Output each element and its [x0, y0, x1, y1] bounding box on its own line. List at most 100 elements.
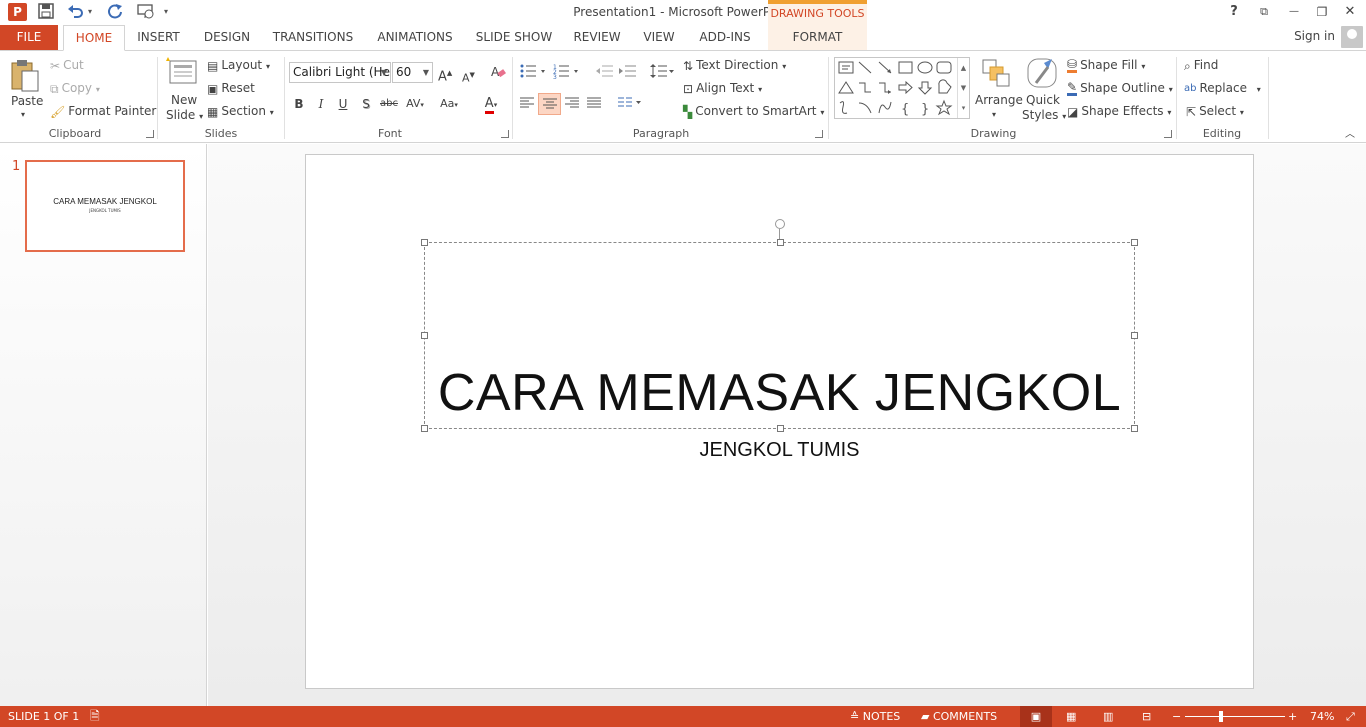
character-spacing-button[interactable]: AV▾ — [401, 95, 429, 113]
normal-view-button[interactable]: ▣ — [1020, 706, 1052, 727]
paste-dropdown-icon[interactable]: ▾ — [21, 107, 25, 123]
new-slide-button[interactable]: Slide ▾ — [166, 107, 203, 125]
sign-in-link[interactable]: Sign in — [1294, 29, 1335, 43]
numbering-icon[interactable]: 123 — [553, 63, 581, 83]
tab-animations[interactable]: ANIMATIONS — [371, 25, 459, 50]
arrange-dropdown-icon[interactable]: ▾ — [992, 107, 996, 123]
tab-file[interactable]: FILE — [0, 25, 58, 50]
layout-button[interactable]: ▤ Layout ▾ — [207, 57, 270, 75]
text-direction-button[interactable]: ⇅ Text Direction ▾ — [683, 57, 786, 75]
quick-styles-label[interactable]: Quick — [1026, 92, 1060, 108]
reset-button[interactable]: ▣ Reset — [207, 80, 255, 97]
zoom-slider[interactable] — [1185, 716, 1285, 717]
close-button[interactable]: ✕ — [1338, 2, 1362, 22]
arrange-button[interactable]: Arrange — [975, 92, 1023, 108]
resize-handle[interactable] — [777, 425, 784, 432]
decrease-indent-icon[interactable] — [596, 64, 614, 82]
shape-effects-button[interactable]: ◪ Shape Effects ▾ — [1067, 103, 1171, 121]
align-right-icon[interactable] — [564, 96, 580, 114]
tab-view[interactable]: VIEW — [640, 25, 678, 50]
find-button[interactable]: ⌕ Find — [1184, 57, 1218, 74]
convert-to-smartart-button[interactable]: ▚ Convert to SmartArt ▾ — [683, 103, 824, 121]
tab-insert[interactable]: INSERT — [131, 25, 186, 50]
resize-handle[interactable] — [1131, 332, 1138, 339]
change-case-button[interactable]: Aa▾ — [434, 95, 464, 113]
font-family-combo[interactable]: Calibri Light (He ▼ — [289, 62, 391, 83]
slide-subtitle[interactable]: JENGKOL TUMIS — [306, 439, 1253, 462]
resize-handle[interactable] — [777, 239, 784, 246]
tab-format[interactable]: FORMAT — [768, 25, 867, 50]
shapes-gallery[interactable]: { } ▲ ▼ ▾ — [834, 57, 970, 119]
clear-formatting-icon[interactable]: A — [490, 64, 506, 84]
resize-handle[interactable] — [1131, 425, 1138, 432]
notes-button[interactable]: ≙ NOTES — [850, 706, 900, 727]
text-shadow-button[interactable]: S — [357, 95, 375, 113]
tab-home[interactable]: HOME — [63, 25, 125, 51]
collapse-ribbon-icon[interactable]: ︿ — [1345, 127, 1355, 143]
line-spacing-icon[interactable] — [650, 63, 676, 83]
font-size-combo[interactable]: 60 ▼ — [392, 62, 433, 83]
resize-handle[interactable] — [421, 425, 428, 432]
align-left-icon[interactable] — [519, 96, 535, 114]
zoom-in-button[interactable]: + — [1288, 706, 1297, 727]
clipboard-dialog-launcher-icon[interactable] — [146, 130, 154, 138]
help-button[interactable]: ? — [1222, 2, 1246, 22]
avatar[interactable] — [1341, 26, 1363, 48]
shape-fill-button[interactable]: ⛁ Shape Fill ▾ — [1067, 57, 1145, 75]
font-color-button[interactable]: A▾ — [477, 95, 505, 114]
fit-slide-icon[interactable]: ⤢ — [1346, 706, 1355, 727]
slide-thumbnail[interactable]: CARA MEMASAK JENGKOL JENGKOL TUMIS — [25, 160, 185, 252]
section-button[interactable]: ▦ Section ▾ — [207, 103, 274, 121]
zoom-slider-thumb[interactable] — [1219, 711, 1223, 722]
shrink-font-button[interactable]: A▼ — [462, 67, 475, 87]
quick-styles-icon[interactable] — [1026, 57, 1058, 95]
slide-canvas[interactable]: CARA MEMASAK JENGKOL JENGKOL TUMIS — [305, 154, 1254, 689]
tab-slide-show[interactable]: SLIDE SHOW — [474, 25, 554, 50]
slide-sorter-button[interactable]: ▦ — [1066, 706, 1076, 727]
resize-handle[interactable] — [421, 332, 428, 339]
replace-button[interactable]: ab Replace ▾ — [1184, 80, 1261, 98]
reading-view-button[interactable]: ▥ — [1103, 706, 1113, 727]
comments-button[interactable]: ▰ COMMENTS — [921, 706, 997, 727]
resize-handle[interactable] — [1131, 239, 1138, 246]
ribbon-display-options-icon[interactable]: ⧉ — [1252, 2, 1276, 22]
tab-add-ins[interactable]: ADD-INS — [694, 25, 756, 50]
bold-button[interactable]: B — [290, 95, 308, 113]
shapes-scroll[interactable]: ▲ ▼ ▾ — [957, 58, 969, 118]
justify-icon[interactable] — [586, 96, 602, 114]
paste-icon[interactable] — [9, 57, 41, 97]
paste-button[interactable]: Paste — [11, 93, 43, 109]
grow-font-button[interactable]: A▲ — [438, 65, 452, 85]
slide-show-button[interactable]: ⊟ — [1142, 706, 1151, 727]
paragraph-dialog-launcher-icon[interactable] — [815, 130, 823, 138]
strikethrough-button[interactable]: abc — [378, 95, 400, 113]
align-center-icon[interactable] — [538, 93, 561, 115]
tab-design[interactable]: DESIGN — [199, 25, 255, 50]
zoom-level[interactable]: 74% — [1310, 706, 1334, 727]
new-slide-icon[interactable] — [166, 57, 198, 91]
drawing-dialog-launcher-icon[interactable] — [1164, 130, 1172, 138]
zoom-out-button[interactable]: − — [1172, 706, 1181, 727]
italic-button[interactable]: I — [312, 95, 330, 113]
cut-button[interactable]: ✂ Cut — [50, 57, 84, 74]
align-text-button[interactable]: ⊡ Align Text ▾ — [683, 80, 762, 98]
underline-button[interactable]: U — [334, 95, 352, 113]
select-button[interactable]: ⇱ Select ▾ — [1186, 103, 1244, 121]
quick-styles-button[interactable]: Styles ▾ — [1022, 107, 1066, 125]
tab-review[interactable]: REVIEW — [570, 25, 624, 50]
rotate-handle-icon[interactable] — [775, 219, 785, 229]
spell-check-icon[interactable]: 🗎 — [90, 706, 100, 727]
columns-icon[interactable] — [617, 96, 643, 114]
minimize-button[interactable]: — — [1282, 2, 1306, 22]
font-dialog-launcher-icon[interactable] — [501, 130, 509, 138]
bullets-icon[interactable] — [520, 63, 548, 83]
title-placeholder[interactable]: CARA MEMASAK JENGKOL — [421, 239, 1138, 432]
arrange-icon[interactable] — [980, 57, 1012, 93]
increase-indent-icon[interactable] — [619, 64, 637, 82]
shape-outline-button[interactable]: ✎ Shape Outline ▾ — [1067, 80, 1173, 98]
format-painter-button[interactable]: 🖌 Format Painter — [50, 103, 156, 120]
slide-title[interactable]: CARA MEMASAK JENGKOL — [425, 363, 1134, 423]
copy-button[interactable]: ⧉ Copy ▾ — [50, 80, 100, 98]
tab-transitions[interactable]: TRANSITIONS — [268, 25, 358, 50]
new-slide-label[interactable]: New — [171, 92, 197, 108]
